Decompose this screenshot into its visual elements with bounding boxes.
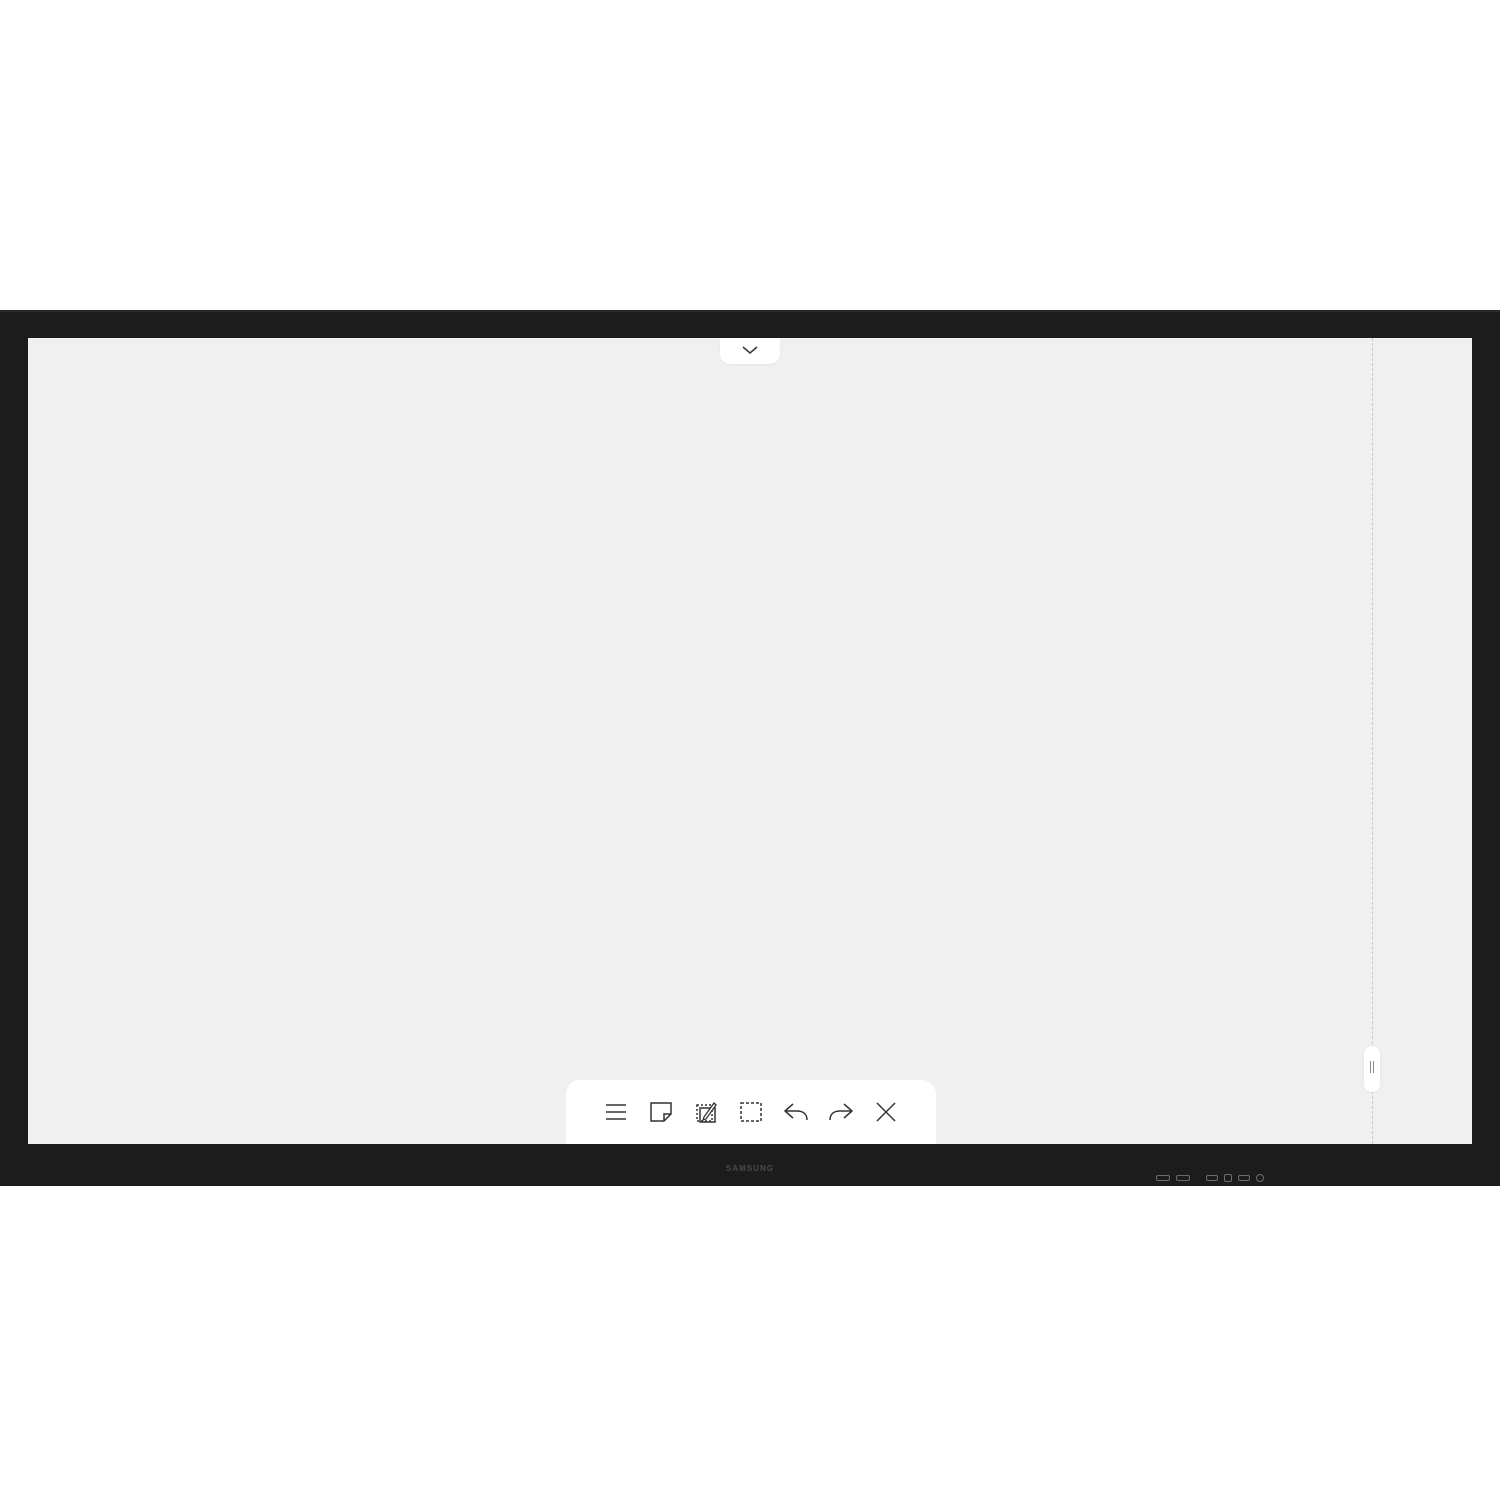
usb-port <box>1156 1175 1170 1181</box>
redo-button[interactable] <box>827 1098 855 1126</box>
bottom-toolbar <box>566 1080 936 1144</box>
hdmi-port <box>1206 1175 1218 1181</box>
drag-handle-icon <box>1369 1060 1375 1079</box>
top-pull-tab[interactable] <box>720 338 780 364</box>
close-icon <box>875 1101 897 1123</box>
page-divider-line <box>1372 338 1373 1144</box>
select-area-button[interactable] <box>737 1098 765 1126</box>
usb-c-port <box>1238 1175 1250 1181</box>
whiteboard-canvas[interactable] <box>28 338 1472 1144</box>
sticky-note-icon <box>649 1101 673 1123</box>
side-drag-handle[interactable] <box>1364 1046 1380 1092</box>
display-bezel: SAMSUNG <box>0 310 1500 1186</box>
edit-page-icon <box>694 1100 718 1124</box>
chevron-down-icon <box>741 342 759 360</box>
select-area-icon <box>739 1101 763 1123</box>
undo-icon <box>783 1102 809 1122</box>
edit-page-button[interactable] <box>692 1098 720 1126</box>
redo-icon <box>828 1102 854 1122</box>
menu-button[interactable] <box>602 1098 630 1126</box>
front-port-panel <box>1156 1172 1290 1184</box>
usb-port <box>1176 1175 1190 1181</box>
close-button[interactable] <box>872 1098 900 1126</box>
sensor-indicator <box>1256 1174 1264 1182</box>
undo-button[interactable] <box>782 1098 810 1126</box>
hamburger-menu-icon <box>605 1103 627 1121</box>
touch-port <box>1224 1174 1232 1182</box>
sticky-note-button[interactable] <box>647 1098 675 1126</box>
